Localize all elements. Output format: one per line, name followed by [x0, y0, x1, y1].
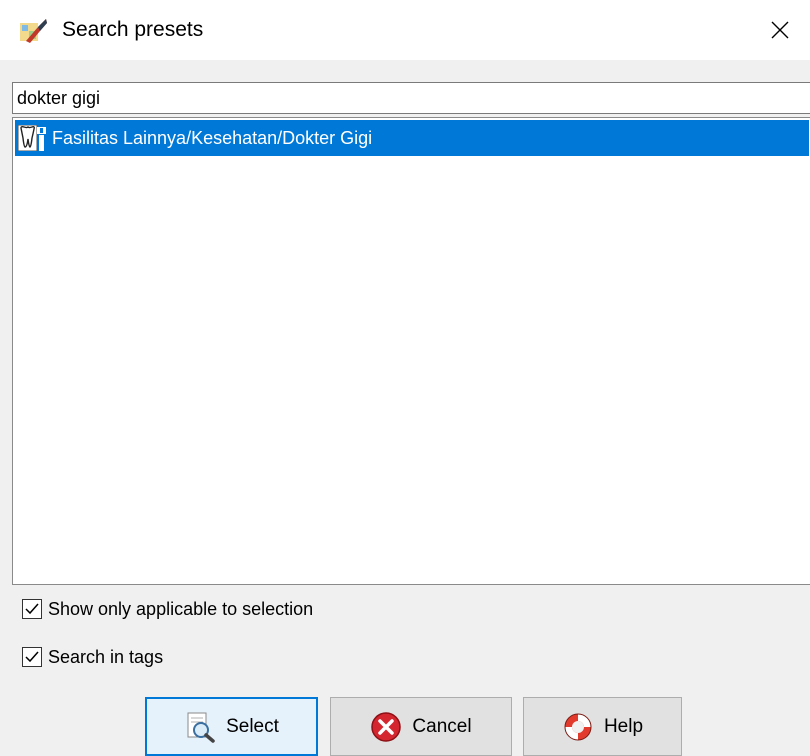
checkmark-icon	[25, 651, 39, 663]
tooth-icon	[18, 125, 46, 151]
checkmark-icon	[25, 603, 39, 615]
title-bar: Search presets	[0, 0, 810, 60]
cancel-icon	[371, 711, 402, 742]
search-in-tags-checkbox[interactable]: Search in tags	[22, 645, 163, 669]
show-applicable-label: Show only applicable to selection	[48, 598, 314, 619]
help-button-label: Help	[603, 715, 644, 737]
cancel-button[interactable]: Cancel	[330, 697, 512, 756]
close-button[interactable]	[750, 0, 810, 60]
list-item-label: Fasilitas Lainnya/Kesehatan/Dokter Gigi	[52, 127, 373, 148]
checkbox-box[interactable]	[22, 599, 42, 619]
search-input[interactable]	[12, 82, 810, 114]
dialog-title: Search presets	[62, 18, 204, 41]
search-in-tags-label: Search in tags	[48, 646, 164, 667]
josm-app-icon	[20, 19, 47, 43]
select-button[interactable]: Select	[145, 697, 318, 756]
checkbox-box[interactable]	[22, 647, 42, 667]
lifebuoy-icon	[564, 713, 592, 740]
select-button-label: Select	[226, 715, 279, 737]
select-search-icon	[187, 712, 215, 743]
close-icon	[771, 21, 789, 39]
results-list[interactable]: Fasilitas Lainnya/Kesehatan/Dokter Gigi	[12, 117, 810, 585]
help-button[interactable]: Help	[523, 697, 682, 756]
cancel-button-label: Cancel	[412, 715, 472, 737]
list-item[interactable]: Fasilitas Lainnya/Kesehatan/Dokter Gigi	[15, 120, 809, 156]
show-applicable-checkbox[interactable]: Show only applicable to selection	[22, 597, 313, 621]
